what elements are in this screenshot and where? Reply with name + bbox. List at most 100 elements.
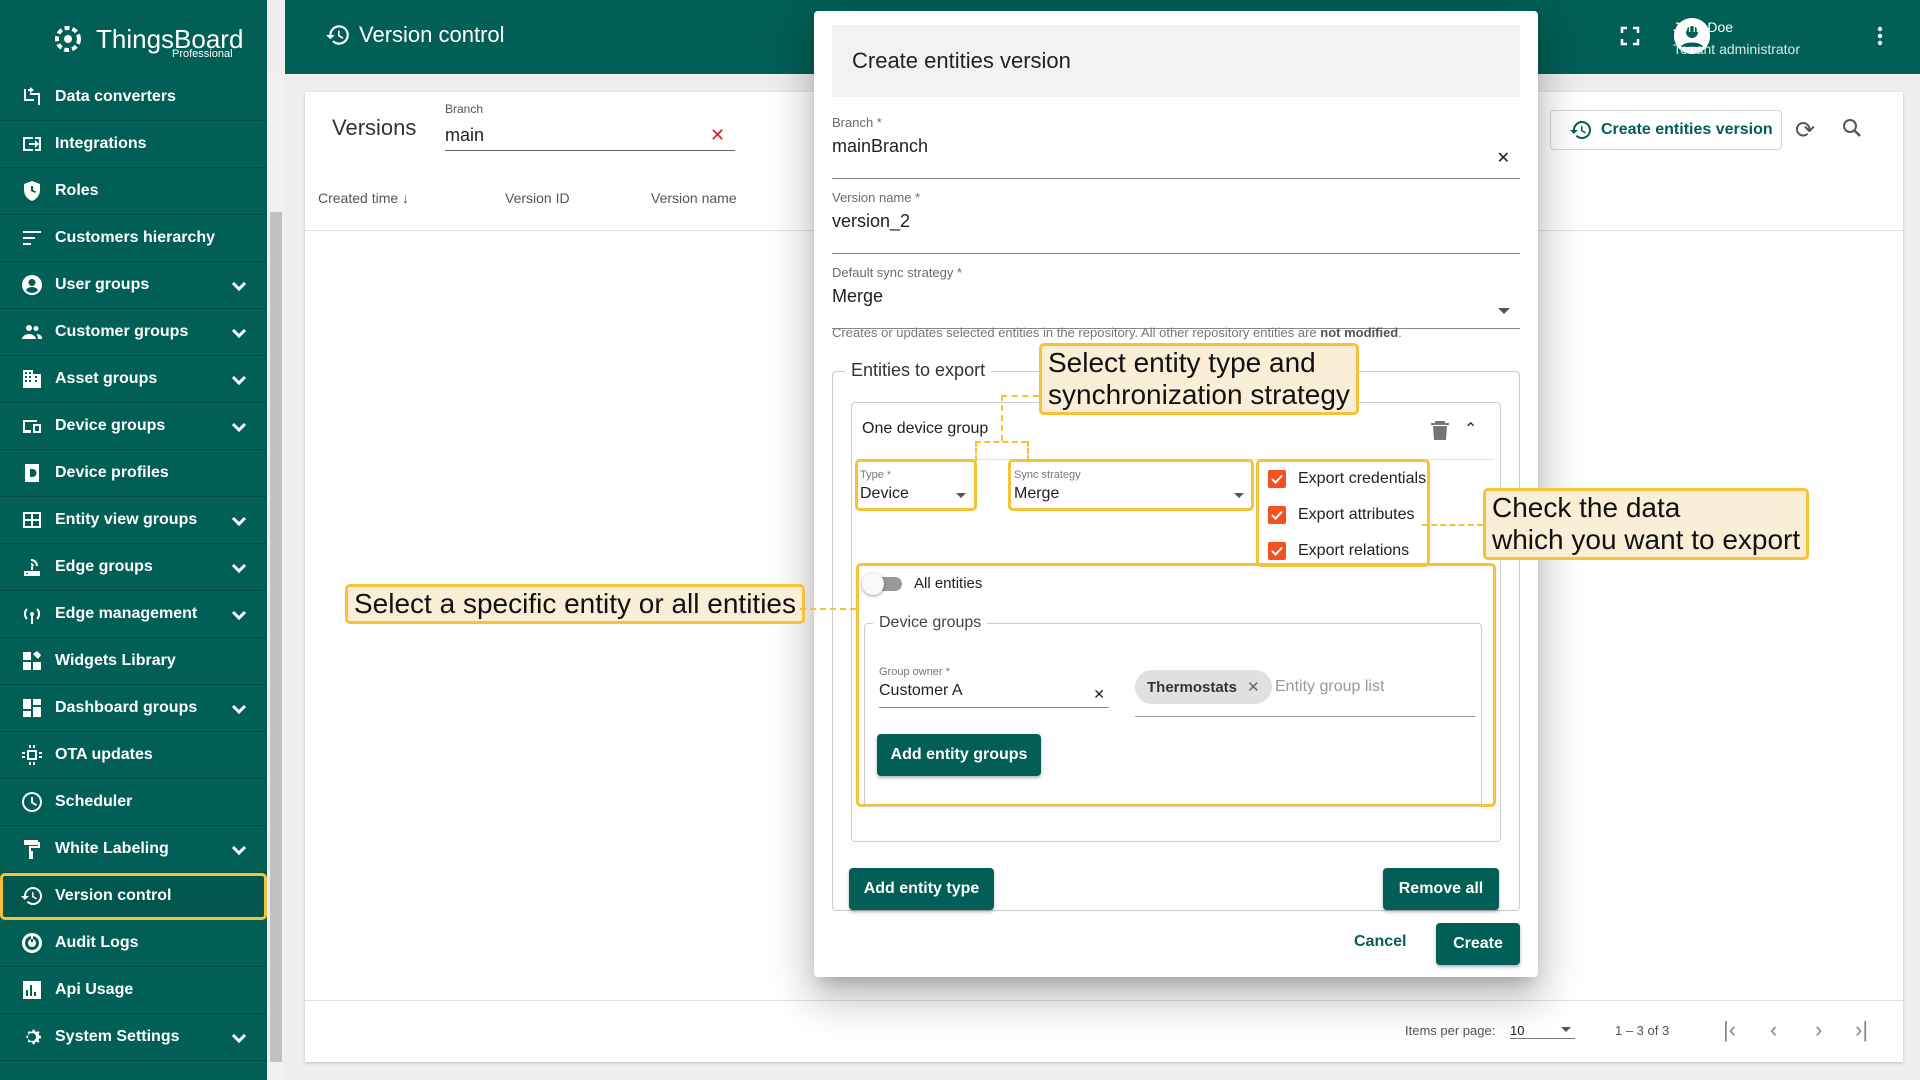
trash-icon[interactable] bbox=[1430, 419, 1450, 441]
default-sync-strategy-select[interactable]: Default sync strategy * Merge bbox=[832, 265, 1520, 329]
sidebar-item-device-profiles[interactable]: Device profiles bbox=[0, 450, 267, 497]
callout-entity-type: Select entity type and synchronization st… bbox=[1039, 343, 1359, 415]
next-page-icon[interactable]: › bbox=[1815, 1017, 1822, 1043]
chip-remove-icon[interactable]: ✕ bbox=[1247, 678, 1260, 696]
create-button[interactable]: Create bbox=[1436, 923, 1520, 965]
branch-field[interactable]: Branch * mainBranch ✕ bbox=[832, 115, 1520, 179]
sidebar-item-edge-management[interactable]: Edge management bbox=[0, 591, 267, 638]
sidebar-item-customers-hierarchy[interactable]: Customers hierarchy bbox=[0, 215, 267, 262]
sidebar-item-device-groups[interactable]: Device groups bbox=[0, 403, 267, 450]
search-icon[interactable] bbox=[1840, 116, 1864, 140]
sidebar-item-audit-logs[interactable]: Audit Logs bbox=[0, 920, 267, 967]
user-info[interactable]: John Doe Tenant administrator bbox=[1673, 16, 1800, 60]
sidebar-item-roles[interactable]: Roles bbox=[0, 168, 267, 215]
chevron-down-icon[interactable] bbox=[227, 1026, 251, 1050]
chevron-down-icon[interactable] bbox=[227, 838, 251, 862]
sidebar-item-integrations[interactable]: Integrations bbox=[0, 121, 267, 168]
sidebar-scrollbar[interactable] bbox=[267, 72, 285, 1080]
items-per-page-select[interactable]: 10 bbox=[1510, 1023, 1575, 1039]
first-page-icon[interactable]: |‹ bbox=[1723, 1017, 1736, 1043]
thermostats-chip[interactable]: Thermostats ✕ bbox=[1135, 670, 1272, 704]
callout-line: Select entity type and bbox=[1048, 347, 1316, 378]
chevron-down-icon[interactable] bbox=[227, 368, 251, 392]
sync-strategy-label: Default sync strategy * bbox=[832, 265, 963, 280]
sidebar-item-version-control[interactable]: Version control bbox=[0, 873, 267, 920]
sidebar-item-ota-updates[interactable]: OTA updates bbox=[0, 732, 267, 779]
refresh-icon[interactable]: ⟳ bbox=[1795, 116, 1815, 145]
logo[interactable]: ThingsBoard Professional bbox=[48, 14, 243, 64]
chevron-down-icon[interactable] bbox=[227, 697, 251, 721]
chevron-down-icon[interactable] bbox=[227, 556, 251, 580]
hierarchy-icon bbox=[23, 231, 41, 245]
column-version-name[interactable]: Version name bbox=[651, 190, 737, 206]
fullscreen-icon[interactable] bbox=[1620, 26, 1640, 46]
last-page-icon[interactable]: ›| bbox=[1855, 1017, 1868, 1043]
all-entities-label: All entities bbox=[914, 575, 983, 592]
panel-title[interactable]: One device group bbox=[862, 420, 988, 438]
sidebar-item-data-converters[interactable]: Data converters bbox=[0, 74, 267, 121]
version-name-field[interactable]: Version name * version_2 bbox=[832, 190, 1520, 254]
version-name-label: Version name * bbox=[832, 190, 921, 205]
callout-check-data: Check the data which you want to export bbox=[1483, 488, 1810, 560]
sync-strategy-hint: Creates or updates selected entities in … bbox=[832, 325, 1402, 340]
branch-filter-input[interactable]: main bbox=[445, 125, 735, 151]
chevron-down-icon[interactable] bbox=[227, 509, 251, 533]
sidebar-item-label: Audit Logs bbox=[55, 934, 139, 951]
sidebar-item-system-settings[interactable]: System Settings bbox=[0, 1014, 267, 1061]
chevron-down-icon[interactable] bbox=[227, 274, 251, 298]
sidebar-item-label: Customers hierarchy bbox=[55, 229, 216, 246]
sidebar-item-label: Customer groups bbox=[55, 323, 189, 340]
remove-all-button[interactable]: Remove all bbox=[1383, 868, 1499, 910]
devices-icon bbox=[23, 420, 41, 433]
user-role: Tenant administrator bbox=[1673, 41, 1800, 57]
scrollbar-thumb[interactable] bbox=[270, 212, 282, 1062]
add-entity-type-button[interactable]: Add entity type bbox=[849, 868, 994, 910]
chevron-down-icon[interactable] bbox=[227, 415, 251, 439]
entities-to-export-fieldset: Entities to export One device group ⌃ Ty… bbox=[832, 360, 1520, 911]
hint-suffix: . bbox=[1398, 325, 1402, 340]
page-range: 1 – 3 of 3 bbox=[1615, 1023, 1670, 1038]
column-created-time[interactable]: Created time ↓ bbox=[318, 190, 409, 206]
sidebar-item-api-usage[interactable]: Api Usage bbox=[0, 967, 267, 1014]
sidebar-item-edge-groups[interactable]: Edge groups bbox=[0, 544, 267, 591]
sidebar-item-scheduler[interactable]: Scheduler bbox=[0, 779, 267, 826]
page-title-text: Version control bbox=[359, 22, 505, 47]
sync-strategy-value: Merge bbox=[832, 286, 884, 306]
sidebar-item-label: Entity view groups bbox=[55, 511, 198, 528]
device-profile-icon bbox=[25, 464, 39, 482]
sidebar-item-asset-groups[interactable]: Asset groups bbox=[0, 356, 267, 403]
sidebar-item-customer-groups[interactable]: Customer groups bbox=[0, 309, 267, 356]
connector-line bbox=[1001, 395, 1003, 441]
create-entities-version-label: Create entities version bbox=[1601, 121, 1773, 138]
sidebar-item-label: System Settings bbox=[55, 1028, 180, 1045]
sidebar-item-dashboard-groups[interactable]: Dashboard groups bbox=[0, 685, 267, 732]
entity-group-list[interactable]: Thermostats ✕ Entity group list bbox=[1127, 624, 1477, 734]
device-groups-fieldset: Device groups Group owner * Customer A ✕… bbox=[864, 614, 1482, 807]
sidebar-item-user-groups[interactable]: User groups bbox=[0, 262, 267, 309]
sidebar-item-label: Roles bbox=[55, 182, 99, 199]
shield-icon bbox=[24, 181, 40, 201]
sidebar-item-entity-view-groups[interactable]: Entity view groups bbox=[0, 497, 267, 544]
column-version-id[interactable]: Version ID bbox=[505, 190, 570, 206]
create-entities-version-button[interactable]: Create entities version bbox=[1550, 110, 1782, 150]
chevron-down-icon[interactable] bbox=[227, 321, 251, 345]
cancel-button[interactable]: Cancel bbox=[1354, 933, 1406, 951]
clear-icon[interactable]: ✕ bbox=[1497, 148, 1510, 168]
prev-page-icon[interactable]: ‹ bbox=[1770, 1017, 1777, 1043]
sidebar-item-white-labeling[interactable]: White Labeling bbox=[0, 826, 267, 873]
add-entity-groups-button[interactable]: Add entity groups bbox=[877, 734, 1041, 776]
chevron-down-icon[interactable] bbox=[227, 603, 251, 627]
sidebar-item-widgets-library[interactable]: Widgets Library bbox=[0, 638, 267, 685]
chevron-down-icon bbox=[1561, 1027, 1571, 1032]
group-owner-select[interactable]: Group owner * Customer A ✕ bbox=[879, 662, 1109, 708]
more-vert-icon[interactable] bbox=[1868, 24, 1892, 48]
thingsboard-logo-icon bbox=[55, 26, 81, 52]
chevron-up-icon[interactable]: ⌃ bbox=[1464, 419, 1477, 439]
sidebar-item-label: Device profiles bbox=[55, 464, 169, 481]
toggle-knob bbox=[862, 572, 884, 595]
clear-branch-icon[interactable]: ✕ bbox=[710, 125, 725, 146]
clear-icon[interactable]: ✕ bbox=[1093, 686, 1105, 703]
toggle-switch[interactable] bbox=[862, 572, 902, 595]
all-entities-toggle[interactable]: All entities bbox=[862, 572, 983, 595]
connector-line bbox=[975, 441, 1027, 443]
